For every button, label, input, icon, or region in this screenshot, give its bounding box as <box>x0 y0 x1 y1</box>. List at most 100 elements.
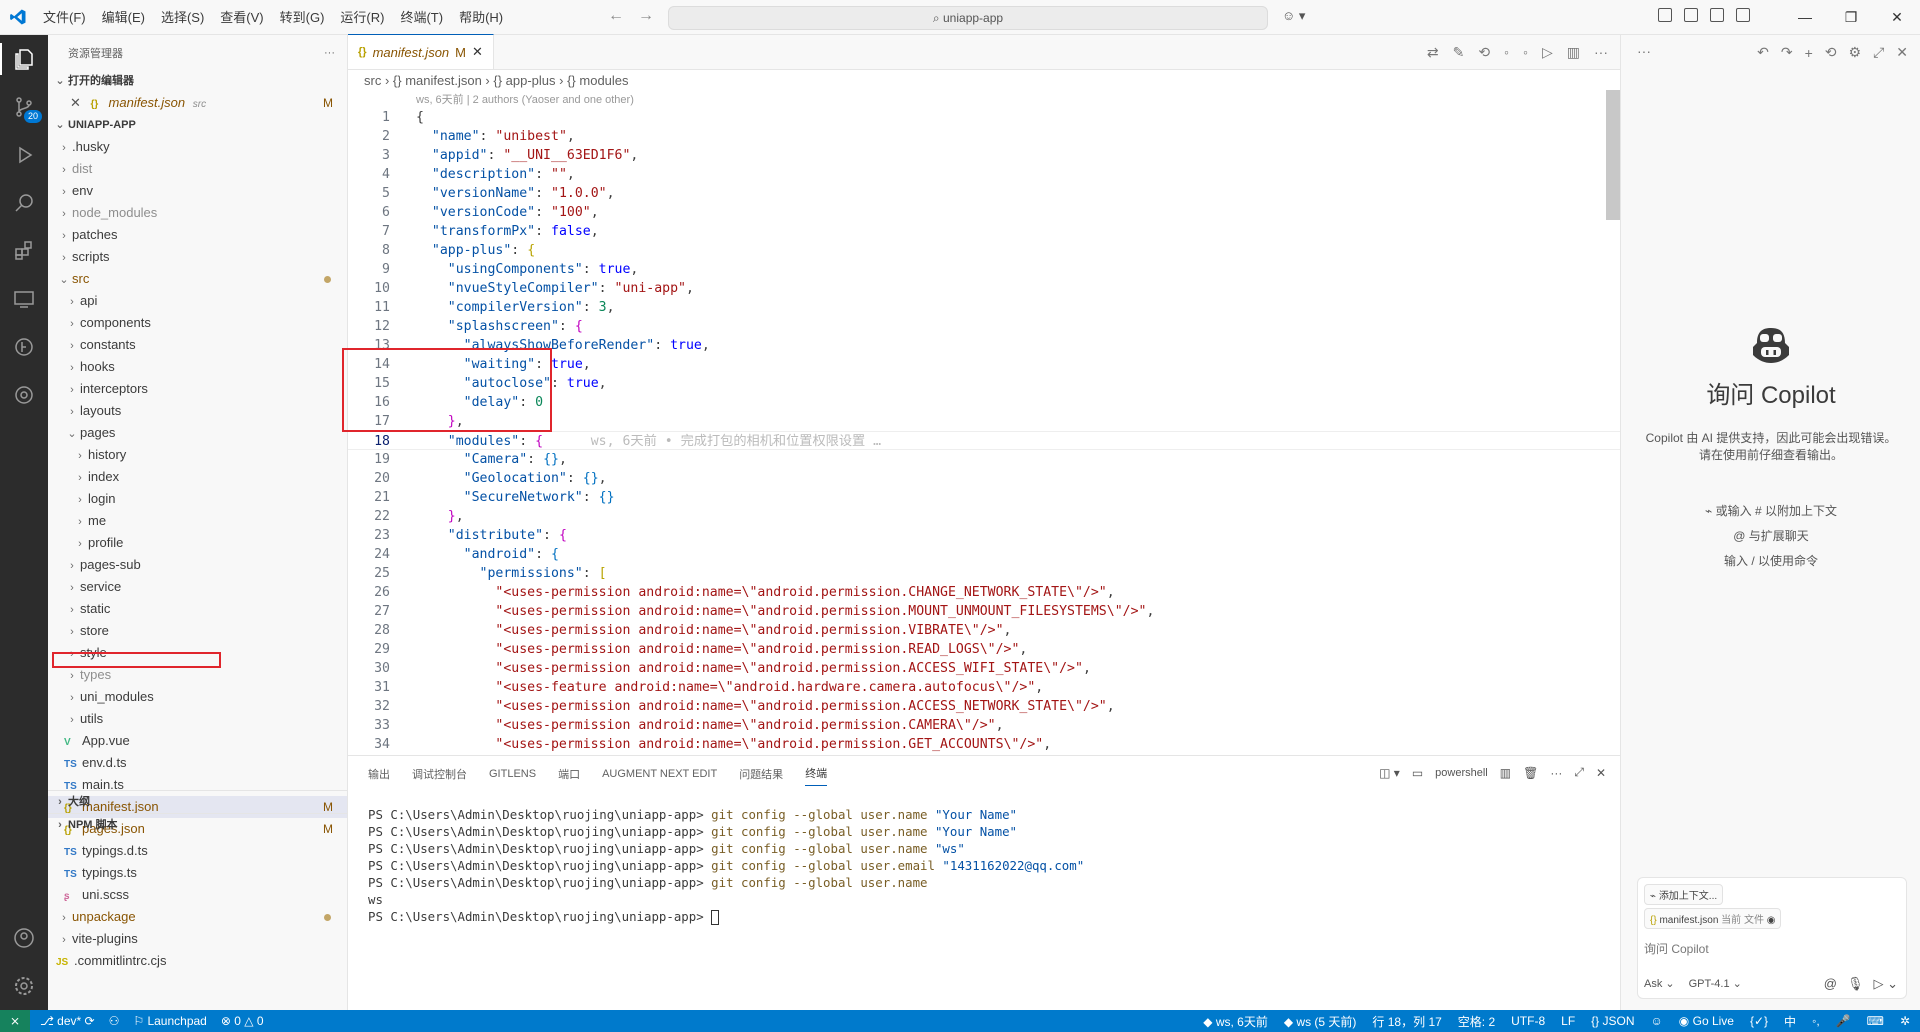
panel-tab[interactable]: 输出 <box>368 762 390 786</box>
file-context-chip[interactable]: {} manifest.json 当前 文件 ◉ <box>1644 908 1782 929</box>
microphone-icon[interactable]: 🎤 <box>1836 1014 1851 1028</box>
folder-item[interactable]: › env <box>48 180 347 202</box>
undo-icon[interactable]: ↶ <box>1757 44 1769 61</box>
tab-manifest-json[interactable]: {} manifest.json M ✕ <box>348 34 494 69</box>
history-icon[interactable]: ⟲ <box>1825 44 1837 61</box>
go-live-button[interactable]: ◉ Go Live <box>1679 1014 1734 1028</box>
open-editors-section[interactable]: ⌄ 打开的编辑器 <box>48 70 347 92</box>
timeline-icon[interactable]: ⟲ <box>1478 44 1490 61</box>
add-context-button[interactable]: ⌁ 添加上下文... <box>1644 884 1724 905</box>
file-item[interactable]: TS typings.ts <box>48 862 347 884</box>
folder-item[interactable]: › uni_modules <box>48 686 347 708</box>
menu-item[interactable]: 终端(T) <box>392 0 451 35</box>
folder-item[interactable]: › vite-plugins <box>48 928 347 950</box>
split-terminal-icon[interactable]: ◫ ▾ <box>1379 766 1400 780</box>
vertical-scrollbar[interactable] <box>1606 90 1620 220</box>
more-actions-icon[interactable]: ··· <box>1637 43 1651 59</box>
source-control-icon[interactable]: 20 <box>0 83 48 131</box>
minimize-icon[interactable]: — <box>1782 0 1828 35</box>
folder-item[interactable]: › .husky <box>48 136 347 158</box>
microphone-icon[interactable]: 🎙 <box>1847 976 1864 992</box>
folder-item[interactable]: › dist <box>48 158 347 180</box>
close-icon[interactable]: ✕ <box>1896 44 1908 61</box>
split-editor-icon[interactable]: ▥ <box>1567 44 1580 61</box>
panel-tab[interactable]: 终端 <box>805 761 828 786</box>
folder-item[interactable]: › api <box>48 290 347 312</box>
compare-changes-icon[interactable]: ⇄ <box>1427 44 1439 61</box>
pen-icon[interactable]: ✎ <box>1453 44 1465 61</box>
redo-icon[interactable]: ↷ <box>1781 44 1793 61</box>
menu-item[interactable]: 转到(G) <box>272 0 333 35</box>
cursor-position[interactable]: 行 18，列 17 <box>1372 1013 1441 1030</box>
more-actions-icon[interactable]: ··· <box>324 47 335 59</box>
blame-status[interactable]: ◆ ws, 6天前 <box>1203 1013 1268 1030</box>
folder-item[interactable]: › store <box>48 620 347 642</box>
panel-tab[interactable]: 调试控制台 <box>412 762 467 786</box>
command-center-search[interactable]: ⌕ uniapp-app <box>668 6 1268 30</box>
extensions-icon[interactable] <box>0 227 48 275</box>
keyboard-icon[interactable]: ⌨ <box>1867 1014 1884 1028</box>
copilot-input-box[interactable]: ⌁ 添加上下文... {} manifest.json 当前 文件 ◉ 询问 C… <box>1637 877 1907 999</box>
folder-item[interactable]: › static <box>48 598 347 620</box>
remote-explorer-icon[interactable] <box>0 275 48 323</box>
gitlens-inspect-icon[interactable] <box>0 371 48 419</box>
eye-icon[interactable]: ◉ <box>1767 915 1776 926</box>
author-status[interactable]: ◆ ws (5 天前) <box>1284 1013 1357 1030</box>
prev-change-icon[interactable]: ◦ <box>1504 44 1509 61</box>
outline-section[interactable]: › 大纲 <box>48 791 347 813</box>
shell-name[interactable]: powershell <box>1435 767 1488 779</box>
folder-item[interactable]: › components <box>48 312 347 334</box>
file-item[interactable]: TS typings.d.ts <box>48 840 347 862</box>
branch-indicator[interactable]: ⎇ dev* ⟳ <box>40 1014 95 1028</box>
menu-item[interactable]: 帮助(H) <box>451 0 511 35</box>
maximize-icon[interactable]: ⤢ <box>1873 44 1884 61</box>
folder-item[interactable]: › unpackage <box>48 906 347 928</box>
ime-chinese-icon[interactable]: 中 <box>1784 1013 1796 1030</box>
maximize-icon[interactable]: ❐ <box>1828 0 1874 35</box>
folder-item[interactable]: › patches <box>48 224 347 246</box>
menu-item[interactable]: 查看(V) <box>212 0 271 35</box>
folder-item[interactable]: › login <box>48 488 347 510</box>
layout-customize-icon[interactable] <box>1658 8 1672 22</box>
at-icon[interactable]: @ <box>1824 976 1837 992</box>
search-icon[interactable] <box>0 179 48 227</box>
file-item[interactable]: V App.vue <box>48 730 347 752</box>
new-chat-icon[interactable]: + <box>1805 45 1813 61</box>
close-panel-icon[interactable]: ✕ <box>1596 766 1606 780</box>
folder-item[interactable]: › history <box>48 444 347 466</box>
back-arrow-icon[interactable]: ← <box>608 7 624 25</box>
more-actions-icon[interactable]: ··· <box>1594 44 1608 61</box>
folder-item[interactable]: › hooks <box>48 356 347 378</box>
breadcrumb-item[interactable]: {} modules <box>567 73 628 88</box>
folder-item[interactable]: › layouts <box>48 400 347 422</box>
toggle-secondary-sidebar-icon[interactable] <box>1736 8 1750 22</box>
ime-punct-icon[interactable]: ◦, <box>1812 1014 1820 1028</box>
explorer-icon[interactable] <box>0 35 48 83</box>
folder-item[interactable]: › constants <box>48 334 347 356</box>
problems-indicator[interactable]: ⊗ 0 △ 0 <box>221 1014 264 1028</box>
panel-tab[interactable]: AUGMENT NEXT EDIT <box>602 764 717 784</box>
panel-tab[interactable]: 端口 <box>558 762 580 786</box>
maximize-panel-icon[interactable]: ⤢ <box>1574 765 1584 780</box>
chat-input-placeholder[interactable]: 询问 Copilot <box>1644 940 1709 957</box>
sync-icon[interactable]: ⚇ <box>109 1014 120 1028</box>
settings-gear-icon[interactable]: ⚙ <box>1849 44 1862 61</box>
file-item[interactable]: ʂ uni.scss <box>48 884 347 906</box>
split-icon[interactable]: ▥ <box>1500 766 1511 780</box>
panel-tab[interactable]: GITLENS <box>489 764 536 784</box>
breadcrumb-item[interactable]: {} manifest.json <box>393 73 482 88</box>
notification-icon[interactable]: ✲ <box>1900 1014 1910 1028</box>
remote-indicator-icon[interactable]: ⨯ <box>0 1010 30 1032</box>
file-item[interactable]: JS .commitlintrc.cjs <box>48 950 347 972</box>
run-icon[interactable]: ▷ <box>1542 44 1553 61</box>
menu-item[interactable]: 运行(R) <box>332 0 392 35</box>
close-icon[interactable]: ✕ <box>70 95 81 110</box>
mode-dropdown[interactable]: Ask ⌄ <box>1644 977 1675 990</box>
folder-item[interactable]: › utils <box>48 708 347 730</box>
close-icon[interactable]: ✕ <box>472 44 483 60</box>
next-change-icon[interactable]: ◦ <box>1523 44 1528 61</box>
folder-item[interactable]: › me <box>48 510 347 532</box>
folder-item[interactable]: › pages-sub <box>48 554 347 576</box>
menu-item[interactable]: 编辑(E) <box>94 0 153 35</box>
folder-item[interactable]: › profile <box>48 532 347 554</box>
